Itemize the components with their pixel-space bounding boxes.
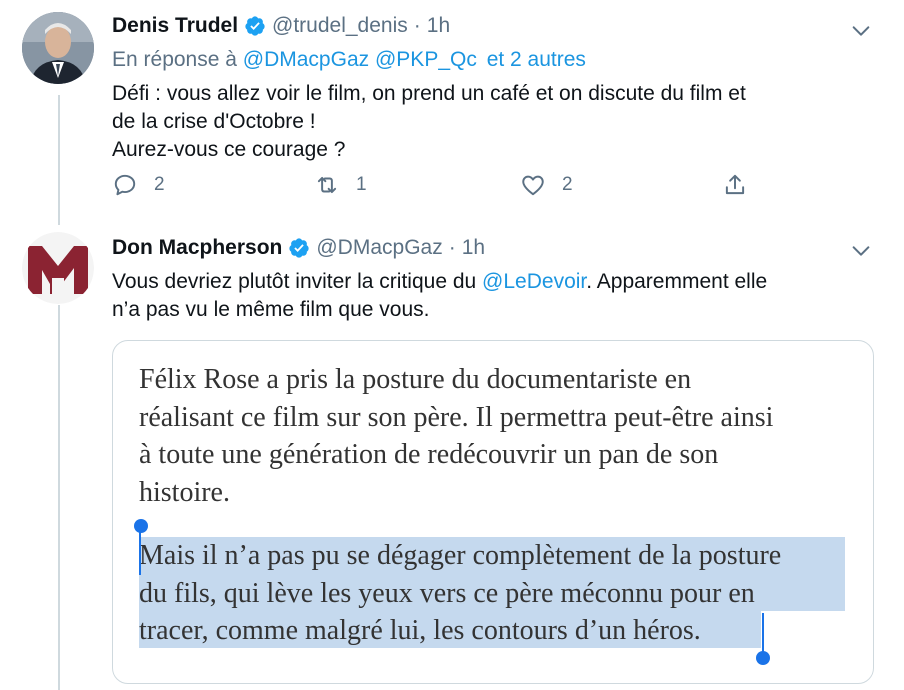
tweet-text-segment: Vous devriez plutôt inviter la critique … (112, 270, 483, 293)
reply-others-link[interactable]: et 2 autres (487, 48, 586, 71)
tweet-actions: 2 1 2 (112, 172, 752, 208)
mention-link[interactable]: @LeDevoir (482, 270, 586, 293)
tweet-text: Vous devriez plutôt inviter la critique … (112, 268, 767, 324)
tweet-header: Don Macpherson @DMacpGaz · 1h (112, 236, 485, 260)
quote-line: réalisant ce film sur son père. Il perme… (139, 401, 774, 433)
selection-start-handle[interactable] (134, 519, 148, 533)
quote-line: Félix Rose a pris la posture du document… (139, 364, 692, 395)
share-button[interactable] (722, 172, 748, 198)
retweet-button[interactable]: 1 (314, 172, 367, 198)
like-count: 2 (562, 174, 573, 195)
tweet-text-line: de la crise d'Octobre ! (112, 110, 316, 133)
selection-end-handle[interactable] (756, 651, 770, 665)
attached-image[interactable]: Félix Rose a pris la posture du document… (112, 340, 874, 684)
verified-badge-icon (245, 16, 265, 36)
reply-mention-link[interactable]: @PKP_Qc (375, 48, 477, 71)
thread-connector (58, 95, 60, 225)
quote-paragraph: Félix Rose a pris la posture du document… (139, 361, 859, 511)
retweet-icon (317, 176, 337, 194)
quote-line: à toute une génération de redécouvrir un… (139, 439, 719, 470)
separator-dot: · (448, 236, 456, 259)
share-icon (725, 174, 745, 195)
author-name[interactable]: Denis Trudel (112, 14, 238, 38)
chevron-down-icon[interactable] (850, 240, 872, 262)
reply-context: En réponse à @DMacpGaz @PKP_Qc et 2 autr… (112, 48, 586, 72)
tweet-header: Denis Trudel @trudel_denis · 1h (112, 14, 450, 38)
retweet-count: 1 (356, 174, 367, 195)
tweet-text-line: n’a pas vu le même film que vous. (112, 298, 430, 321)
tweet-text-segment: . Apparemment elle (586, 270, 768, 293)
tweet-text-line: Aurez-vous ce courage ? (112, 138, 346, 161)
reply-button[interactable]: 2 (112, 172, 165, 198)
quote-line: Mais il n’a pas pu se dégager complèteme… (139, 540, 782, 571)
thread-connector (58, 305, 60, 690)
like-icon (522, 175, 544, 196)
separator-dot: · (413, 14, 421, 37)
quote-line: du fils, qui lève les yeux vers ce père … (139, 577, 755, 609)
avatar-photo (22, 12, 94, 84)
quote-paragraph-selected: Mais il n’a pas pu se dégager complèteme… (139, 537, 859, 650)
reply-count: 2 (154, 174, 165, 195)
reply-mention-link[interactable]: @DMacpGaz (243, 48, 369, 71)
montreal-gazette-logo (22, 232, 94, 304)
reply-prefix: En réponse à (112, 48, 237, 71)
quote-line: histoire. (139, 476, 230, 508)
timestamp[interactable]: 1h (462, 236, 485, 260)
tweet-text-line: Vous devriez plutôt inviter la critique … (112, 268, 767, 296)
reply-icon (114, 174, 136, 196)
tweet-text-line: Défi : vous allez voir le film, on prend… (112, 82, 746, 105)
verified-badge-icon (289, 238, 309, 258)
author-handle[interactable]: @DMacpGaz (316, 236, 442, 260)
author-name[interactable]: Don Macpherson (112, 236, 282, 260)
avatar[interactable] (22, 232, 94, 304)
like-button[interactable]: 2 (520, 172, 573, 198)
selection-start-caret (139, 525, 141, 575)
chevron-down-icon[interactable] (850, 20, 872, 42)
timestamp[interactable]: 1h (427, 14, 450, 38)
author-handle[interactable]: @trudel_denis (272, 14, 408, 38)
avatar[interactable] (22, 12, 94, 84)
quote-line: tracer, comme malgré lui, les contours d… (139, 615, 701, 646)
tweet-text: Défi : vous allez voir le film, on prend… (112, 80, 746, 164)
